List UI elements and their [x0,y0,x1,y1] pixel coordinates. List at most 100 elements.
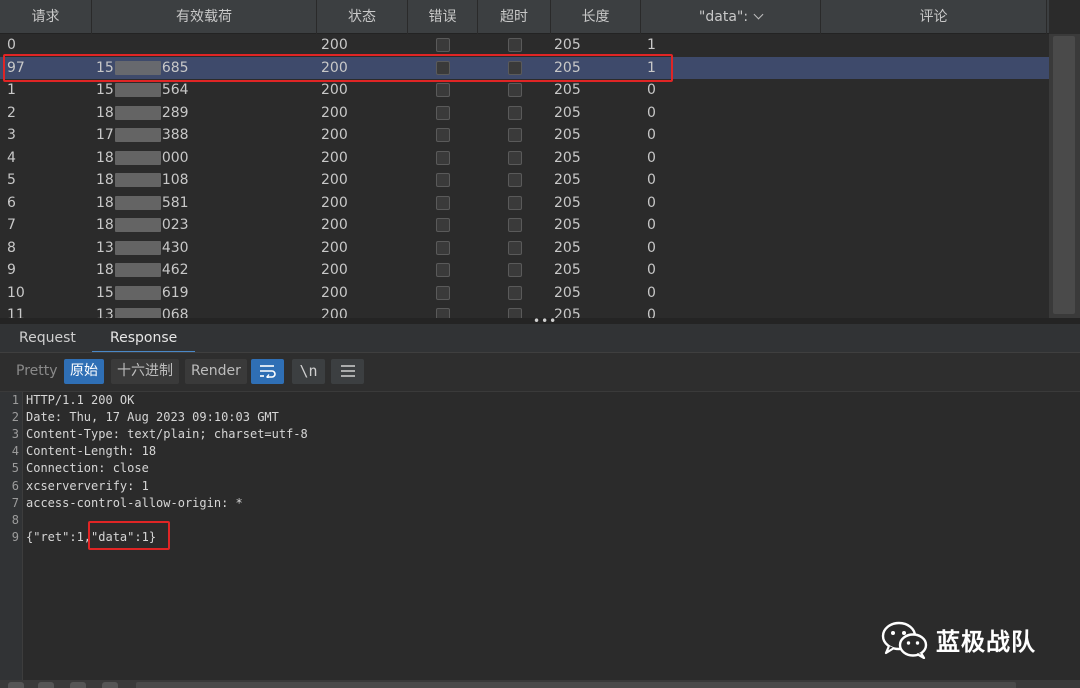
error-checkbox[interactable] [436,38,450,53]
timeout-checkbox[interactable] [507,173,522,188]
cell-payload: 18 581 [92,192,317,215]
settings-icon[interactable] [38,682,54,688]
line-number: 8 [11,512,19,527]
error-checkbox[interactable] [436,173,450,188]
cell-request: 5 [7,172,16,188]
cell-timeout [478,124,551,147]
cell-status: 200 [321,149,348,166]
column-header-length[interactable]: 长度 [551,0,641,34]
table-row[interactable]: 7 18 023 200 205 0 [0,214,1049,237]
show-newlines-button[interactable]: \n [292,359,325,384]
timeout-checkbox[interactable] [507,150,522,165]
line-number: 5 [11,461,19,476]
cell-error [408,259,478,282]
timeout-checkbox[interactable] [507,285,522,300]
redaction-blur [114,128,161,142]
error-checkbox[interactable] [436,150,450,165]
table-row[interactable]: 0 200 205 1 [0,34,1049,57]
error-checkbox[interactable] [436,218,450,233]
timeout-checkbox[interactable] [507,195,522,210]
column-header-status[interactable]: 状态 [317,0,408,34]
cell-length: 205 [554,284,581,301]
column-header-error[interactable]: 错误 [408,0,478,34]
hex-view-button[interactable]: 十六进制 [111,359,179,384]
search-input[interactable] [136,682,1016,688]
column-header-timeout[interactable]: 超时 [478,0,551,34]
timeout-checkbox[interactable] [507,240,522,255]
error-checkbox[interactable] [436,60,450,75]
timeout-checkbox[interactable] [507,105,522,120]
timeout-checkbox[interactable] [507,218,522,233]
error-checkbox[interactable] [436,285,450,300]
error-checkbox[interactable] [436,240,450,255]
error-checkbox[interactable] [436,308,450,318]
cell-status: 200 [321,127,348,143]
payload-suffix: 000 [161,149,189,166]
hamburger-menu-button[interactable] [331,359,364,384]
payload-prefix: 13 [96,239,114,256]
previous-icon[interactable] [70,682,86,688]
redaction-blur [114,218,161,232]
cell-status: 200 [321,104,348,121]
column-header-data-grep[interactable]: "data": [641,0,821,34]
table-row[interactable]: 5 18 108 200 205 0 [0,169,1049,192]
scrollbar-thumb[interactable] [1053,36,1075,314]
timeout-checkbox[interactable] [507,308,522,318]
table-row[interactable]: 6 18 581 200 205 0 [0,192,1049,215]
timeout-checkbox[interactable] [507,263,522,278]
cell-data-grep: 0 [647,82,656,98]
tab-request[interactable]: Request [1,324,94,353]
payload-prefix: 15 [96,284,114,301]
table-row[interactable]: 8 13 430 200 205 0 [0,237,1049,260]
cell-data-grep: 0 [647,149,656,166]
table-row[interactable]: 3 17 388 200 205 0 [0,124,1049,147]
vertical-scrollbar[interactable] [1049,34,1080,318]
cell-length: 205 [554,82,581,98]
tab-response[interactable]: Response [92,324,196,353]
table-body: 0 200 205 1 97 15 685 200 205 1 1 15 564 200 205 0 2 18 28… [0,34,1049,318]
error-checkbox[interactable] [436,83,450,98]
cell-status: 200 [321,217,348,233]
raw-view-button[interactable]: 原始 [64,359,104,384]
table-row[interactable]: 2 18 289 200 205 0 [0,102,1049,125]
cell-data-grep: 0 [647,262,656,278]
line-text: {"ret":1,"data":1} [26,530,157,545]
table-row[interactable]: 10 15 619 200 205 0 [0,282,1049,305]
timeout-checkbox[interactable] [507,128,522,143]
cell-status: 200 [321,284,348,301]
error-checkbox[interactable] [436,128,450,143]
table-row[interactable]: 11 13 068 200 205 0 [0,304,1049,318]
cell-payload: 13 068 [92,304,317,318]
cell-payload [92,34,317,57]
line-text: HTTP/1.1 200 OK [26,393,135,407]
render-view-button[interactable]: Render [185,359,247,384]
timeout-checkbox[interactable] [507,38,522,53]
error-checkbox[interactable] [436,105,450,120]
table-row[interactable]: 97 15 685 200 205 1 [0,56,1049,79]
cell-error [408,34,478,57]
column-header-comment[interactable]: 评论 [821,0,1047,34]
payload-prefix: 15 [96,82,114,98]
cell-error [408,237,478,260]
watermark-text: 蓝极战队 [936,627,1036,656]
column-header-request[interactable]: 请求 [0,0,92,34]
cell-error [408,124,478,147]
redaction-blur [114,240,161,255]
timeout-checkbox[interactable] [507,83,522,98]
table-row[interactable]: 4 18 000 200 205 0 [0,147,1049,170]
table-row[interactable]: 1 15 564 200 205 0 [0,79,1049,102]
help-icon[interactable] [8,682,24,688]
cell-status: 200 [321,82,348,98]
cell-payload: 18 289 [92,102,317,125]
cell-comment [821,214,1049,237]
error-checkbox[interactable] [436,263,450,278]
timeout-checkbox[interactable] [507,60,522,75]
column-header-payload[interactable]: 有效载荷 [92,0,317,34]
payload-prefix: 18 [96,262,114,278]
next-icon[interactable] [102,682,118,688]
payload-prefix: 15 [96,59,114,76]
pretty-view-button[interactable]: Pretty [10,359,64,384]
table-row[interactable]: 9 18 462 200 205 0 [0,259,1049,282]
error-checkbox[interactable] [436,195,450,210]
word-wrap-button[interactable] [251,359,284,384]
